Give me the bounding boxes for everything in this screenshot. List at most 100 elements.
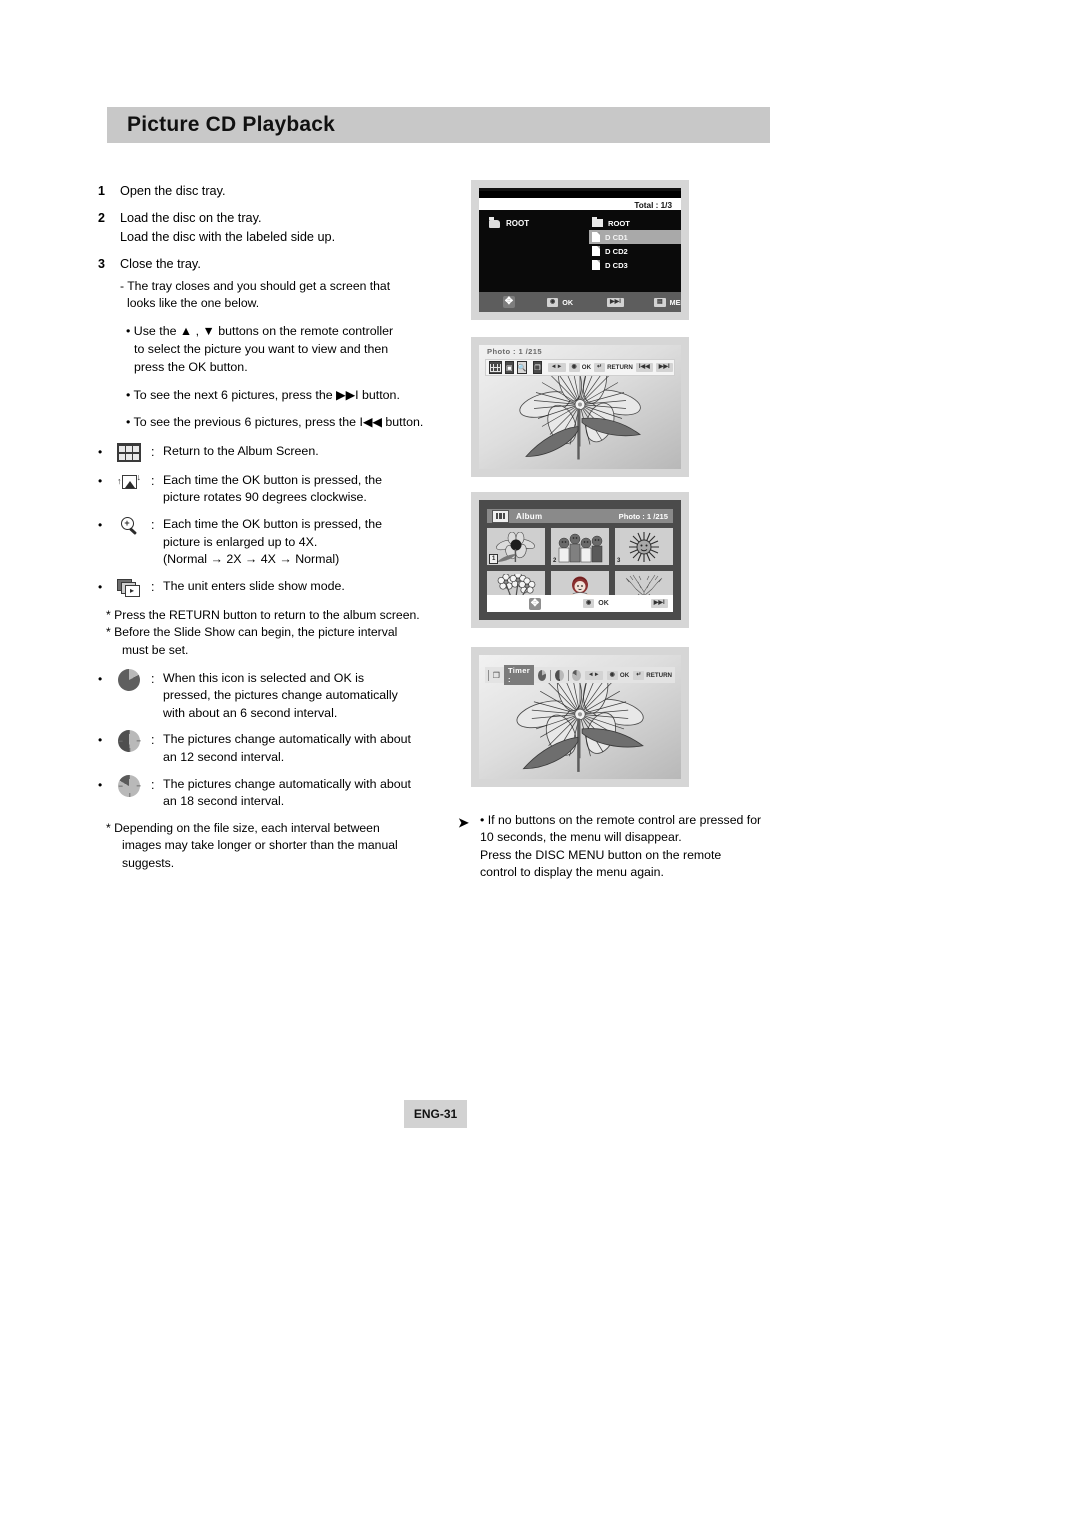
thumbnail-item[interactable]: 3 <box>615 528 673 565</box>
thumb-art-group <box>558 533 603 562</box>
tray-close-note: - The tray closes and you should get a s… <box>120 278 443 314</box>
list-item[interactable]: D CD1 <box>589 230 681 244</box>
ok-hint-label: OK <box>598 600 609 607</box>
legend-colon: : <box>151 473 155 488</box>
menu-hint: ▤ MENU <box>653 297 681 307</box>
legend-line: Each time the OK button is pressed, the <box>163 517 383 532</box>
dpad-hint: ◄► <box>547 363 566 372</box>
album-title: Album <box>516 511 543 521</box>
remote-timeout-note: ➤ • If no buttons on the remote control … <box>458 812 788 882</box>
ok-hint: ◉ OK <box>606 670 630 680</box>
list-item[interactable]: ROOT <box>589 216 681 230</box>
osd-album: Album Photo : 1 /215 1 2 3 ✥ ◉ OK ▶▶I <box>479 500 681 620</box>
return-hint: ↵ RETURN <box>633 670 673 680</box>
thumbnail-number: 2 <box>553 558 557 564</box>
bullet-next-6: • To see the next 6 pictures, press the … <box>126 386 443 404</box>
bullet-use-arrows: • Use the ▲ , ▼ buttons on the remote co… <box>126 322 443 376</box>
legend-line: picture is enlarged up to 4X. <box>163 534 318 549</box>
bullet-prev-6: • To see the previous 6 pictures, press … <box>126 413 443 431</box>
step-line: Load the disc on the tray. <box>120 211 262 226</box>
timer-6s-icon[interactable] <box>537 669 547 681</box>
album-bottom-bar: ◉ OK ▶▶I <box>487 595 673 612</box>
timer-12s-icon[interactable] <box>555 669 564 681</box>
legend-line: The pictures change automatically with a… <box>163 776 411 791</box>
legend-text: The unit enters slide show mode. <box>163 578 345 596</box>
step-number: 2 <box>98 211 105 226</box>
folder-up-icon <box>489 217 500 228</box>
page-number-badge: ENG-31 <box>404 1100 467 1128</box>
legend-line: picture rotates 90 degrees clockwise. <box>163 490 367 505</box>
bullet-line: to select the picture you want to view a… <box>134 342 389 357</box>
dpad-icon[interactable] <box>503 295 515 308</box>
slide-show-icon[interactable]: ❐ <box>533 361 542 374</box>
prev-track-icon[interactable]: I◀◀ <box>635 363 653 372</box>
return-hint-label: RETURN <box>646 671 673 679</box>
ok-key-icon: ◉ <box>547 297 559 307</box>
osd-root-menu: Total : 1/3 ROOT ROOT D CD1 D CD2 D CD3 … <box>479 188 681 312</box>
note-line: Press the DISC MENU button on the remote <box>480 847 722 862</box>
legend-item-album: • : Return to the Album Screen. <box>98 443 443 463</box>
legend-line: When this icon is selected and OK is <box>163 670 365 685</box>
next-track-icon[interactable]: ▶▶I <box>655 363 673 372</box>
bullet-dot: • <box>98 777 103 792</box>
photo-toolbar: ▣ 🔍 ❐ ◄► ◉ OK ↵ RETURN I◀◀ ▶▶I <box>485 359 675 376</box>
album-grid-icon[interactable] <box>489 361 502 374</box>
timer-18s-icon <box>107 774 151 797</box>
legend-text: Return to the Album Screen. <box>163 443 319 461</box>
legend-line: The pictures change automatically with a… <box>163 732 411 747</box>
album-header: Album Photo : 1 /215 <box>487 509 673 523</box>
legend-text: Each time the OK button is pressed, the … <box>163 472 382 507</box>
list-item-label: D CD1 <box>605 232 628 242</box>
legend-line: an 12 second interval. <box>163 749 285 764</box>
legend-line: The unit enters slide show mode. <box>163 578 345 593</box>
legend-line: with about an 6 second interval. <box>163 705 338 720</box>
file-icon <box>592 260 600 270</box>
timer-18s-icon[interactable] <box>572 669 581 681</box>
zoom-in-icon[interactable]: 🔍 <box>516 361 528 374</box>
legend-item-timer-18s: • : The pictures change automatically wi… <box>98 774 443 811</box>
thumbnail-number: 1 <box>489 554 499 564</box>
osd-bottom-bar: ◉ OK ▶▶I ▤ MENU <box>479 292 681 312</box>
photo-index-label: Photo : 1 /215 <box>487 347 542 356</box>
ok-hint: ◉ OK <box>547 297 573 307</box>
bullet-dot: • <box>98 444 103 459</box>
legend-line: an 18 second interval. <box>163 794 285 809</box>
next-track-icon[interactable]: ▶▶I <box>650 599 668 608</box>
legend-colon: : <box>151 579 155 594</box>
ok-key-icon: ◉ <box>583 599 595 608</box>
bullet-line: press the OK button. <box>134 360 248 375</box>
ok-hint-label: OK <box>619 671 630 679</box>
legend-colon: : <box>151 733 155 748</box>
bullet-line: • To see the next 6 pictures, press the … <box>126 387 400 402</box>
step-line: Load the disc with the labeled side up. <box>120 229 336 244</box>
legend-line: (Normal → 2X → 4X → Normal) <box>163 552 340 567</box>
bullet-dot: • <box>98 671 103 686</box>
thumbnail-item[interactable]: 1 <box>487 528 545 565</box>
thumb-art-flower <box>496 531 535 562</box>
legend-text: Each time the OK button is pressed, the … <box>163 516 382 569</box>
legend-item-rotate: • ↑ ↓ : Each time the OK button is presse… <box>98 472 443 507</box>
thumbnail-item[interactable]: 2 <box>551 528 609 565</box>
step-line: Close the tray. <box>120 257 201 272</box>
thumbnail-number: 3 <box>617 558 621 564</box>
thumb-art-sun <box>629 531 659 562</box>
star-note-filesize: * Depending on the file size, each inter… <box>106 820 443 873</box>
next-track-icon[interactable]: ▶▶I <box>607 297 624 307</box>
star-note-return: * Press the RETURN button to return to t… <box>106 607 420 622</box>
list-item[interactable]: D CD2 <box>589 244 681 258</box>
timer-12s-icon <box>107 730 151 753</box>
bullet-dot: • <box>98 518 103 533</box>
dpad-icon[interactable] <box>529 597 541 610</box>
toolbar-divider <box>488 669 489 681</box>
legend-item-timer-12s: • : The pictures change automatically wi… <box>98 730 443 766</box>
list-item[interactable]: D CD3 <box>589 258 681 272</box>
folder-icon <box>592 216 603 227</box>
list-item-label: D CD2 <box>605 246 628 256</box>
timer-toolbar: ❐ Timer : ◄► ◉ OK ↵ RETURN <box>485 665 675 685</box>
list-item-label: D CD3 <box>605 260 628 270</box>
ok-hint-label: OK <box>581 364 592 371</box>
note-line: must be set. <box>122 642 189 657</box>
bullet-line: • To see the previous 6 pictures, press … <box>126 414 424 429</box>
osd-folder-label: ROOT <box>506 219 530 228</box>
rotate-icon[interactable]: ▣ <box>505 361 514 374</box>
